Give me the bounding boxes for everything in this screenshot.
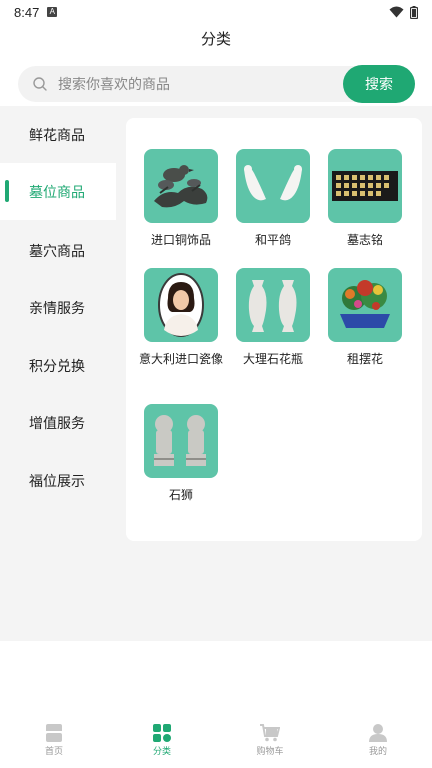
product-item[interactable]: 大理石花瓶 bbox=[231, 268, 315, 368]
product-item[interactable]: 进口铜饰品 bbox=[139, 149, 223, 249]
wifi-icon bbox=[389, 6, 404, 18]
product-name: 进口铜饰品 bbox=[150, 233, 211, 247]
nav-label: 我的 bbox=[368, 747, 387, 757]
cart-icon bbox=[260, 724, 280, 742]
sidebar-item-label: 福位展示 bbox=[29, 473, 85, 490]
product-name: 墓志铭 bbox=[346, 233, 383, 247]
nav-cart[interactable]: 购物车 bbox=[216, 716, 324, 768]
nav-category[interactable]: 分类 bbox=[108, 716, 216, 768]
sidebar-item-grave-plots[interactable]: 墓位商品 bbox=[0, 163, 116, 220]
sidebar-item-label: 亲情服务 bbox=[29, 300, 85, 317]
sidebar-item-label: 墓位商品 bbox=[29, 184, 85, 201]
product-item[interactable]: 墓志铭 bbox=[323, 149, 407, 249]
sidebar-item-flowers[interactable]: 鲜花商品 bbox=[0, 106, 116, 163]
product-image-epitaph bbox=[328, 149, 402, 223]
product-image-marble-vases bbox=[236, 268, 310, 342]
product-image-stone-lions bbox=[144, 404, 218, 478]
nav-label: 首页 bbox=[44, 747, 63, 757]
search-button[interactable]: 搜索 bbox=[343, 65, 415, 103]
sidebar-item-label: 积分兑换 bbox=[29, 358, 85, 375]
status-icons bbox=[389, 5, 418, 19]
sidebar-item-label: 增值服务 bbox=[29, 415, 85, 432]
product-name: 和平鸽 bbox=[254, 233, 291, 247]
sidebar-item-tombs[interactable]: 墓穴商品 bbox=[0, 222, 116, 279]
product-name: 意大利进口瓷像 bbox=[139, 352, 224, 366]
product-name: 大理石花瓶 bbox=[242, 352, 303, 366]
notification-icon: A bbox=[47, 7, 58, 17]
bottom-nav: 首页 分类 购物车 我的 bbox=[0, 716, 432, 768]
product-image-bronze-birds bbox=[144, 149, 218, 223]
sidebar-item-points-exchange[interactable]: 积分兑换 bbox=[0, 337, 116, 394]
status-bar: 8:47 A bbox=[0, 0, 432, 24]
product-name: 租摆花 bbox=[346, 352, 383, 366]
product-grid: 进口铜饰品 和平鸽 墓志铭 意大利进口瓷像 大理石花瓶 租摆花 石狮 bbox=[126, 118, 422, 541]
battery-icon bbox=[410, 5, 418, 19]
status-time: 8:47 bbox=[14, 4, 40, 20]
search-input[interactable]: 搜索你喜欢的商品 bbox=[18, 66, 378, 102]
sidebar-item-showcase[interactable]: 福位展示 bbox=[0, 452, 116, 509]
sidebar-item-label: 墓穴商品 bbox=[29, 243, 85, 260]
product-item[interactable]: 石狮 bbox=[139, 404, 223, 504]
search-row: 搜索你喜欢的商品 搜索 bbox=[18, 65, 415, 103]
category-sidebar: 鲜花商品 墓位商品 墓穴商品 亲情服务 积分兑换 增值服务 福位展示 bbox=[0, 106, 116, 641]
search-placeholder: 搜索你喜欢的商品 bbox=[58, 77, 170, 93]
sidebar-item-label: 鲜花商品 bbox=[29, 127, 85, 144]
nav-label: 分类 bbox=[152, 747, 171, 757]
product-item[interactable]: 和平鸽 bbox=[231, 149, 315, 249]
product-image-flower-pot bbox=[328, 268, 402, 342]
sidebar-item-value-added[interactable]: 增值服务 bbox=[0, 394, 116, 451]
search-icon bbox=[33, 77, 47, 91]
product-item[interactable]: 意大利进口瓷像 bbox=[139, 268, 223, 368]
product-item[interactable]: 租摆花 bbox=[323, 268, 407, 368]
product-image-porcelain-portrait bbox=[144, 268, 218, 342]
category-grid-icon bbox=[153, 724, 171, 742]
nav-home[interactable]: 首页 bbox=[0, 716, 108, 768]
shop-icon bbox=[46, 724, 62, 742]
page-title: 分类 bbox=[200, 30, 231, 48]
user-icon bbox=[369, 724, 387, 742]
nav-label: 购物车 bbox=[256, 747, 284, 757]
product-image-doves bbox=[236, 149, 310, 223]
nav-profile[interactable]: 我的 bbox=[324, 716, 432, 768]
sidebar-item-family-services[interactable]: 亲情服务 bbox=[0, 279, 116, 336]
product-name: 石狮 bbox=[168, 488, 193, 502]
